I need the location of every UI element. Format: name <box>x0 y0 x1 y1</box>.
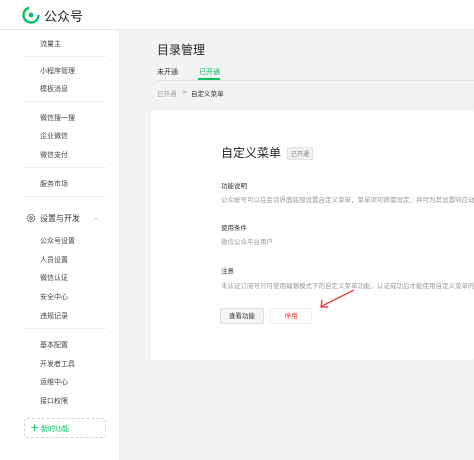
chevron-up-icon[interactable]: ︿ <box>92 212 100 223</box>
sidebar-item-work-wechat[interactable]: 企业微信 <box>40 131 68 141</box>
sidebar-item-developer-tools[interactable]: 开发者工具 <box>40 359 75 369</box>
new-function-label: 新的功能 <box>41 425 69 433</box>
function-title: 自定义菜单 <box>221 146 282 160</box>
sidebar-item-api-permissions[interactable]: 接口权限 <box>40 396 68 406</box>
breadcrumb-current: 自定义菜单 <box>191 90 224 98</box>
description-text: 公众帐号可以在会话界面底部设置自定义菜单，菜单项可按需设定，并可为其设置响应动作 <box>221 196 474 204</box>
notice-heading: 注意 <box>221 267 234 275</box>
page-title: 目录管理 <box>157 43 206 57</box>
plus-icon: + <box>30 421 40 434</box>
sidebar-item-wechat-verification[interactable]: 微信认证 <box>40 273 68 283</box>
tab-enabled[interactable]: 已开通 <box>199 67 220 77</box>
sidebar-item-wechat-search[interactable]: 微信搜一搜 <box>40 113 75 123</box>
sidebar-item-template-message[interactable]: 模板消息 <box>40 84 68 94</box>
conditions-text: 微信公众平台用户 <box>221 238 273 246</box>
new-function-button[interactable]: + 新的功能 <box>24 418 106 438</box>
brand-name: 公众号 <box>44 10 84 25</box>
tabs-divider <box>157 80 474 81</box>
conditions-heading: 使用条件 <box>221 224 247 232</box>
sidebar-divider <box>24 328 106 329</box>
sidebar-divider <box>24 56 106 57</box>
disable-button[interactable]: 停用 <box>270 308 312 324</box>
description-heading: 功能说明 <box>221 182 247 190</box>
main-content: 目录管理 未开通 已开通 已开通 > 自定义菜单 自定义菜单 已开通 功能说明 … <box>118 30 474 460</box>
gear-icon <box>26 213 36 223</box>
section-settings-dev[interactable]: 设置与开发 ︿ <box>26 212 106 226</box>
sidebar-item-violation-records[interactable]: 违规记录 <box>40 311 68 321</box>
sidebar-divider <box>24 196 106 197</box>
annotation-arrow-icon <box>320 289 355 308</box>
breadcrumb-enabled[interactable]: 已开通 <box>157 88 177 98</box>
sidebar-item-wechat-pay[interactable]: 微信支付 <box>40 150 68 160</box>
sidebar-item-account-settings[interactable]: 公众号设置 <box>40 236 75 246</box>
section-settings-dev-label: 设置与开发 <box>40 214 80 223</box>
sidebar-item-service-market[interactable]: 服务市场 <box>40 179 68 189</box>
sidebar-item-liuliangzhu[interactable]: 流量主 <box>40 39 61 49</box>
sidebar-item-security-center[interactable]: 安全中心 <box>40 292 68 302</box>
sidebar: 流量主 小程序管理 模板消息 微信搜一搜 企业微信 微信支付 服务市场 设置与开… <box>0 30 118 460</box>
status-badge: 已开通 <box>287 147 314 160</box>
sidebar-divider <box>24 101 106 102</box>
wechat-official-logo-icon[interactable] <box>22 6 40 24</box>
view-function-button[interactable]: 查看功能 <box>220 308 264 324</box>
sidebar-item-staff-settings[interactable]: 人员设置 <box>40 255 68 265</box>
sidebar-divider <box>24 167 106 168</box>
sidebar-item-basic-config[interactable]: 基本配置 <box>40 340 68 350</box>
function-card: 自定义菜单 已开通 功能说明 公众帐号可以在会话界面底部设置自定义菜单，菜单项可… <box>151 110 474 360</box>
top-bar: 公众号 <box>0 0 474 30</box>
sidebar-item-miniprogram[interactable]: 小程序管理 <box>40 66 75 76</box>
tab-not-enabled[interactable]: 未开通 <box>157 67 178 77</box>
breadcrumb-separator: > <box>182 88 188 96</box>
sidebar-item-ops-center[interactable]: 运维中心 <box>40 377 68 387</box>
